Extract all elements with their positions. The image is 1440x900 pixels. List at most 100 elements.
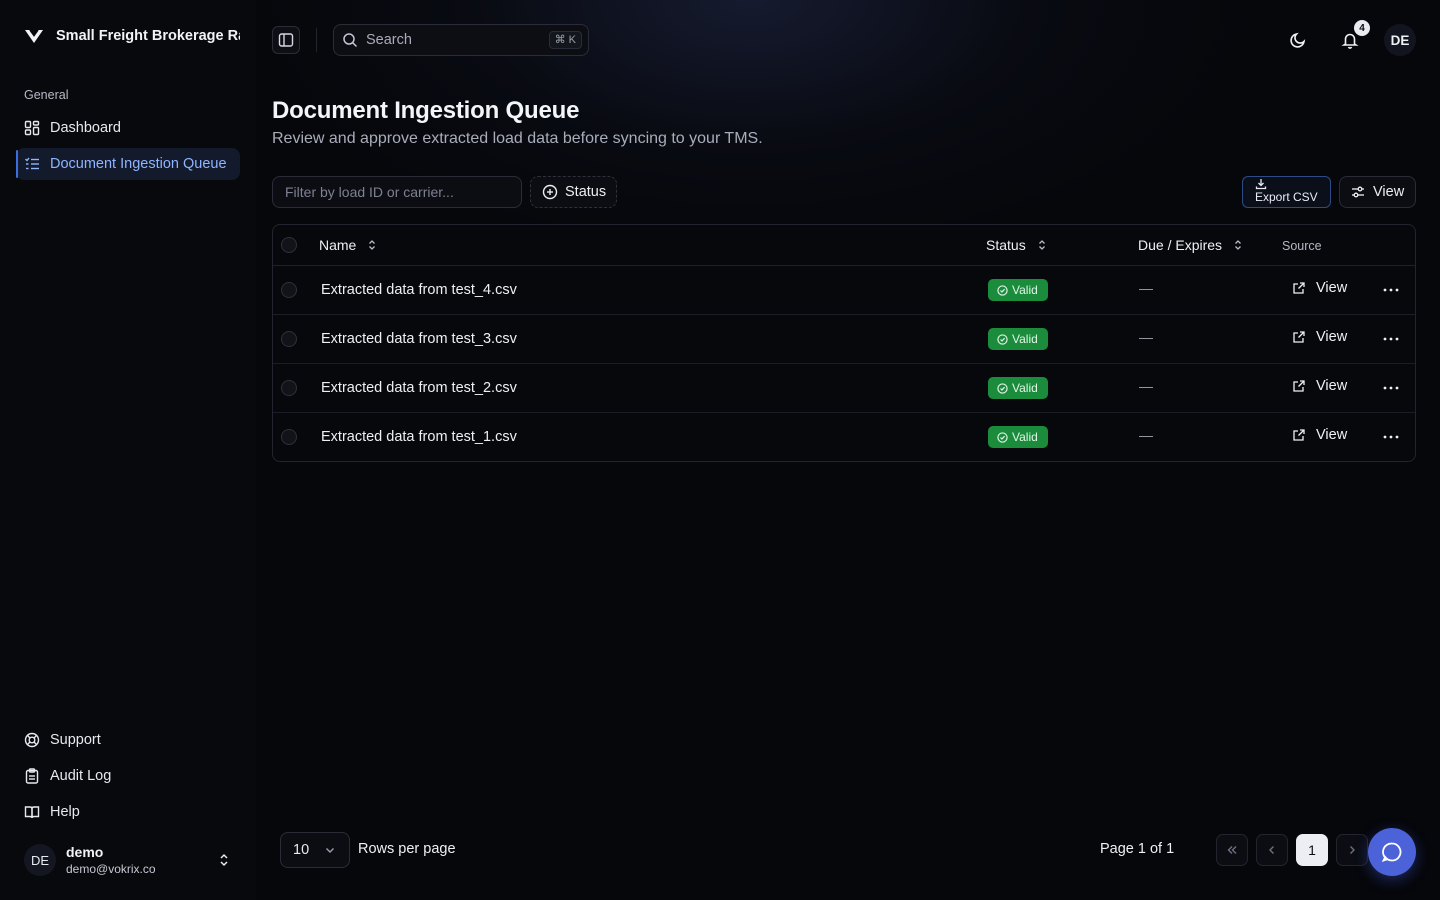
column-label: Name <box>319 237 357 253</box>
row-checkbox[interactable] <box>281 429 297 445</box>
status-label: Valid <box>1012 283 1038 297</box>
next-page-button[interactable] <box>1336 834 1368 866</box>
document-name[interactable]: Extracted data from test_4.csv <box>321 282 517 298</box>
column-header-due-expires[interactable]: Due / Expires <box>1138 237 1244 253</box>
export-csv-button[interactable]: Export CSV <box>1242 176 1331 208</box>
brand[interactable]: Small Freight Brokerage Rat <box>24 26 240 46</box>
export-csv-label: Export CSV <box>1255 190 1318 204</box>
table-row[interactable]: Extracted data from test_4.csv Valid — V… <box>273 266 1415 315</box>
view-source-label: View <box>1316 280 1348 296</box>
table-row[interactable]: Extracted data from test_1.csv Valid — V… <box>273 413 1415 461</box>
row-actions-button[interactable] <box>1378 326 1404 352</box>
status-badge: Valid <box>988 328 1048 350</box>
document-name[interactable]: Extracted data from test_1.csv <box>321 429 517 445</box>
chat-bubble-icon <box>1381 842 1402 863</box>
page-info: Page 1 of 1 <box>1100 841 1175 857</box>
sidebar-item-help[interactable]: Help <box>16 796 240 828</box>
row-actions-button[interactable] <box>1378 277 1404 303</box>
external-link-icon <box>1293 380 1305 392</box>
theme-toggle-button[interactable] <box>1284 26 1312 54</box>
column-header-status[interactable]: Status <box>986 237 1048 253</box>
view-source-link[interactable]: View <box>1292 280 1347 296</box>
row-actions-button[interactable] <box>1378 424 1404 450</box>
check-circle-icon <box>997 382 1008 394</box>
sidebar-item-label: Dashboard <box>50 120 121 136</box>
chevron-right-icon <box>1350 846 1355 854</box>
sidebar-item-support[interactable]: Support <box>16 724 240 756</box>
status-label: Valid <box>1012 332 1038 346</box>
previous-page-button[interactable] <box>1256 834 1288 866</box>
view-source-link[interactable]: View <box>1292 427 1347 443</box>
view-source-label: View <box>1316 378 1348 394</box>
row-checkbox[interactable] <box>281 380 297 396</box>
user-name: demo <box>66 844 104 860</box>
search-icon <box>343 33 358 48</box>
row-checkbox[interactable] <box>281 282 297 298</box>
sort-icon <box>369 240 376 250</box>
due-value: — <box>1139 280 1153 296</box>
brand-logo-icon <box>25 29 43 43</box>
page-subtitle: Review and approve extracted load data b… <box>272 130 763 147</box>
sliders-icon <box>1352 186 1364 198</box>
grid-icon <box>24 120 40 136</box>
check-circle-icon <box>997 284 1008 296</box>
external-link-icon <box>1293 282 1305 294</box>
row-actions-button[interactable] <box>1378 375 1404 401</box>
page-button-current[interactable]: 1 <box>1296 834 1328 866</box>
sidebar-item-dashboard[interactable]: Dashboard <box>16 112 240 144</box>
row-checkbox[interactable] <box>281 331 297 347</box>
more-horizontal-icon <box>1383 386 1399 390</box>
chevrons-up-down-icon <box>220 853 228 867</box>
clipboard-icon <box>24 768 40 784</box>
column-label: Status <box>986 237 1026 253</box>
book-icon <box>24 804 40 820</box>
status-filter-button[interactable]: Status <box>530 176 617 208</box>
notification-count-badge: 4 <box>1354 20 1370 36</box>
rows-per-page-select[interactable]: 10 <box>280 832 350 868</box>
rows-per-page-value: 10 <box>293 842 310 858</box>
search-shortcut: ⌘ K <box>548 31 582 49</box>
status-label: Valid <box>1012 430 1038 444</box>
view-source-label: View <box>1316 427 1348 443</box>
search-input[interactable]: Search ⌘ K <box>333 24 589 56</box>
first-page-button[interactable] <box>1216 834 1248 866</box>
chevron-left-icon <box>1269 846 1274 854</box>
sidebar-item-document-ingestion-queue[interactable]: Document Ingestion Queue <box>16 148 240 180</box>
sidebar: Small Freight Brokerage Rat General Dash… <box>0 0 256 900</box>
table-header: Name Status Due / Expires Source <box>273 225 1415 266</box>
sidebar-toggle-button[interactable] <box>272 26 300 54</box>
view-source-link[interactable]: View <box>1292 329 1347 345</box>
external-link-icon <box>1293 429 1305 441</box>
select-all-checkbox[interactable] <box>281 237 297 253</box>
chat-support-button[interactable] <box>1368 828 1416 876</box>
table-row[interactable]: Extracted data from test_2.csv Valid — V… <box>273 364 1415 413</box>
header-divider <box>316 28 317 52</box>
more-horizontal-icon <box>1383 337 1399 341</box>
user-menu[interactable]: DE demo demo@vokrix.co <box>16 838 240 882</box>
status-filter-label: Status <box>565 184 607 200</box>
nav-group-label: General <box>24 88 69 102</box>
document-name[interactable]: Extracted data from test_2.csv <box>321 380 517 396</box>
due-value: — <box>1139 378 1153 394</box>
document-name[interactable]: Extracted data from test_3.csv <box>321 331 517 347</box>
view-options-button[interactable]: View <box>1339 176 1416 208</box>
table-row[interactable]: Extracted data from test_3.csv Valid — V… <box>273 315 1415 364</box>
more-horizontal-icon <box>1383 435 1399 439</box>
filter-input[interactable] <box>272 176 522 208</box>
brand-name: Small Freight Brokerage Rat <box>56 28 240 44</box>
view-source-link[interactable]: View <box>1292 378 1347 394</box>
status-label: Valid <box>1012 381 1038 395</box>
avatar: DE <box>24 844 56 876</box>
avatar[interactable]: DE <box>1384 24 1416 56</box>
plus-circle-icon <box>542 184 558 200</box>
sort-icon <box>1038 240 1045 250</box>
page-title: Document Ingestion Queue <box>272 97 580 124</box>
sidebar-item-audit-log[interactable]: Audit Log <box>16 760 240 792</box>
sidebar-item-label: Help <box>50 804 80 820</box>
check-circle-icon <box>997 431 1008 443</box>
column-header-name[interactable]: Name <box>319 237 378 253</box>
chevron-down-icon <box>326 848 334 853</box>
check-circle-icon <box>997 333 1008 345</box>
chevrons-left-icon <box>1227 846 1237 854</box>
view-source-label: View <box>1316 329 1348 345</box>
